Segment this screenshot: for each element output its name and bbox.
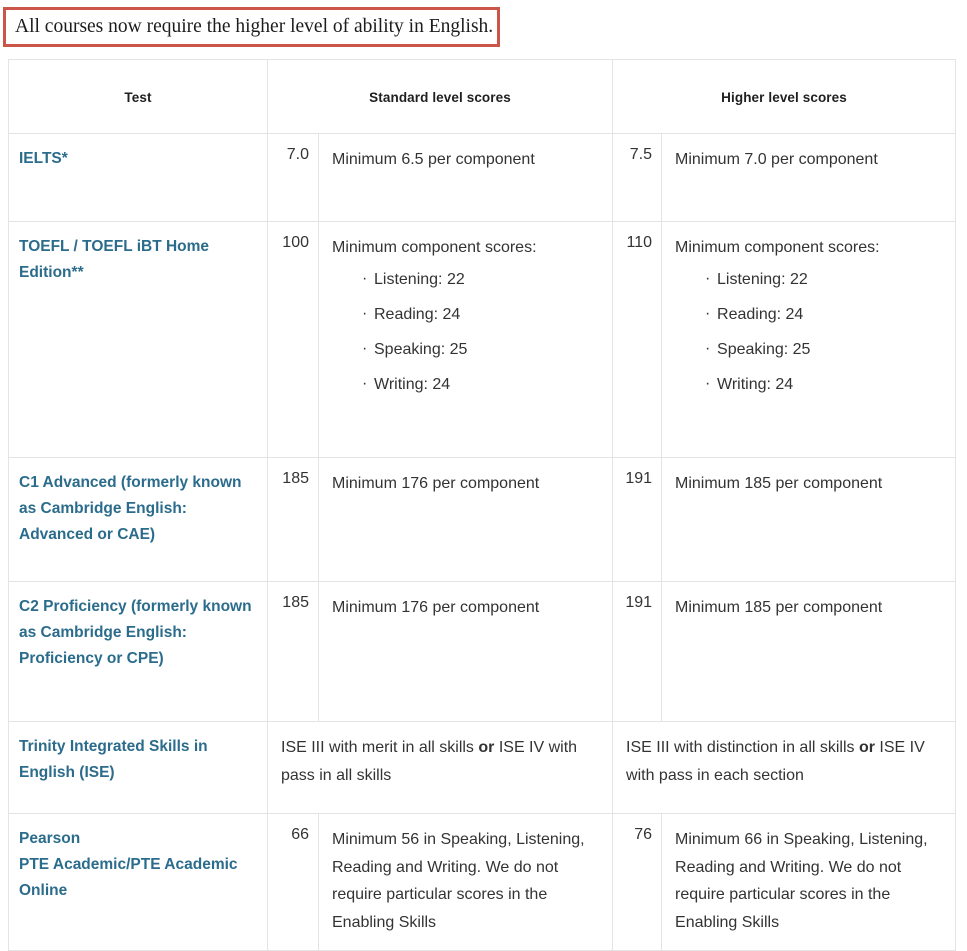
standard-description-text: Minimum 176 per component [332, 599, 540, 616]
higher-description-cell: Minimum 185 per component [661, 581, 957, 722]
component-list-item: Reading: 24 [705, 304, 943, 324]
table-body: IELTS* 7.0 Minimum 6.5 per component 7.5 Min… [8, 133, 957, 951]
higher-requirement-conjunction: or [858, 739, 875, 756]
component-list-item: Reading: 24 [362, 304, 600, 324]
higher-description-cell: Minimum 7.0 per component [661, 133, 957, 222]
standard-score-cell: 7.0 [267, 133, 319, 222]
standard-description-text: Minimum 6.5 per component [332, 151, 535, 168]
standard-score-cell: 185 [267, 457, 319, 582]
test-name-cell: Pearson PTE Academic/PTE Academic Online [8, 812, 268, 951]
higher-score-cell: 7.5 [612, 133, 663, 222]
header-row: Test Standard level scores Higher level … [8, 59, 957, 134]
test-link-ielts-0[interactable]: IELTS [19, 150, 62, 167]
higher-requirement-text-first: ISE III with distinction in all skills [626, 739, 859, 756]
standard-score-cell: 185 [267, 581, 319, 722]
higher-description-text: Minimum component scores: [675, 239, 880, 256]
test-footnote-marker: ** [71, 264, 84, 282]
english-language-requirements-table: Test Standard level scores Higher level … [8, 59, 957, 951]
test-link-pearson-0[interactable]: Pearson [19, 830, 80, 847]
column-header-higher-level-scores: Higher level scores [612, 59, 957, 134]
standard-score-cell: 100 [267, 221, 319, 458]
standard-requirement-cell: ISE III with merit in all skills or ISE … [266, 721, 614, 814]
standard-requirement-conjunction: or [478, 739, 495, 756]
component-list-item: Writing: 24 [705, 374, 943, 394]
higher-description-text: Minimum 7.0 per component [675, 151, 878, 168]
higher-description-cell: Minimum 185 per component [661, 457, 957, 582]
test-name-cell: C1 Advanced (formerly known as Cambridge… [8, 457, 268, 582]
higher-description-cell: Minimum 66 in Speaking, Listening, Readi… [661, 812, 957, 951]
component-list-item: Writing: 24 [362, 374, 600, 394]
table-row: C2 Proficiency (formerly known as Cambri… [8, 581, 957, 722]
test-name-cell: Trinity Integrated Skills in English (IS… [8, 721, 268, 814]
column-header-test: Test [8, 59, 268, 134]
test-link-separator: / [69, 238, 83, 255]
table-row: Pearson PTE Academic/PTE Academic Online 6… [8, 812, 957, 951]
higher-description-cell: Minimum component scores: Listening: 22 Re… [661, 221, 957, 458]
table-row: C1 Advanced (formerly known as Cambridge… [8, 457, 957, 582]
standard-description-text: Minimum component scores: [332, 239, 537, 256]
higher-requirement-cell: ISE III with distinction in all skills o… [612, 721, 957, 814]
component-list-item: Speaking: 25 [362, 339, 600, 359]
component-list-item: Listening: 22 [362, 269, 600, 289]
test-link-pearson-1[interactable]: PTE Academic/PTE Academic Online [19, 856, 238, 899]
higher-score-cell: 191 [612, 581, 663, 722]
test-link-trinity-0[interactable]: Trinity Integrated Skills in English (IS… [19, 738, 208, 781]
higher-description-text: Minimum 185 per component [675, 475, 883, 492]
higher-description-text: Minimum 66 in Speaking, Listening, Readi… [675, 831, 928, 931]
english-requirement-notice: All courses now require the higher level… [3, 7, 500, 47]
higher-score-cell: 110 [612, 221, 663, 458]
higher-description-text: Minimum 185 per component [675, 599, 883, 616]
standard-description-text: Minimum 56 in Speaking, Listening, Readi… [332, 831, 585, 931]
table-row: TOEFL / TOEFL iBT Home Edition** 100 Minim… [8, 221, 957, 458]
standard-description-cell: Minimum component scores: Listening: 22 Re… [317, 221, 614, 458]
component-list-item: Speaking: 25 [705, 339, 943, 359]
table-row: IELTS* 7.0 Minimum 6.5 per component 7.5 Min… [8, 133, 957, 222]
higher-component-list: Listening: 22 Reading: 24 Speaking: 25 Writ… [675, 269, 943, 395]
standard-description-cell: Minimum 176 per component [317, 581, 614, 722]
test-link-c2-0[interactable]: C2 Proficiency (formerly known as Cambri… [19, 598, 252, 667]
component-list-item: Listening: 22 [705, 269, 943, 289]
standard-requirement-text-first: ISE III with merit in all skills [281, 739, 479, 756]
notice-text: All courses now require the higher level… [15, 15, 494, 37]
standard-description-cell: Minimum 56 in Speaking, Listening, Readi… [317, 812, 614, 951]
test-name-cell: C2 Proficiency (formerly known as Cambri… [8, 581, 268, 722]
test-name-cell: TOEFL / TOEFL iBT Home Edition** [8, 221, 268, 458]
standard-description-cell: Minimum 176 per component [317, 457, 614, 582]
test-link-c1-0[interactable]: C1 Advanced (formerly known as Cambridge… [19, 474, 242, 543]
test-name-cell: IELTS* [8, 133, 268, 222]
higher-score-cell: 191 [612, 457, 663, 582]
standard-description-text: Minimum 176 per component [332, 475, 540, 492]
table-row: Trinity Integrated Skills in English (IS… [8, 721, 957, 814]
standard-component-list: Listening: 22 Reading: 24 Speaking: 25 Writ… [332, 269, 600, 395]
test-link-toefl-0[interactable]: TOEFL [19, 238, 69, 255]
test-footnote-marker: * [61, 150, 68, 167]
higher-score-cell: 76 [612, 812, 663, 951]
standard-description-cell: Minimum 6.5 per component [317, 133, 614, 222]
column-header-standard-level-scores: Standard level scores [266, 59, 614, 134]
table-header: Test Standard level scores Higher level … [8, 59, 957, 134]
standard-score-cell: 66 [267, 812, 319, 951]
